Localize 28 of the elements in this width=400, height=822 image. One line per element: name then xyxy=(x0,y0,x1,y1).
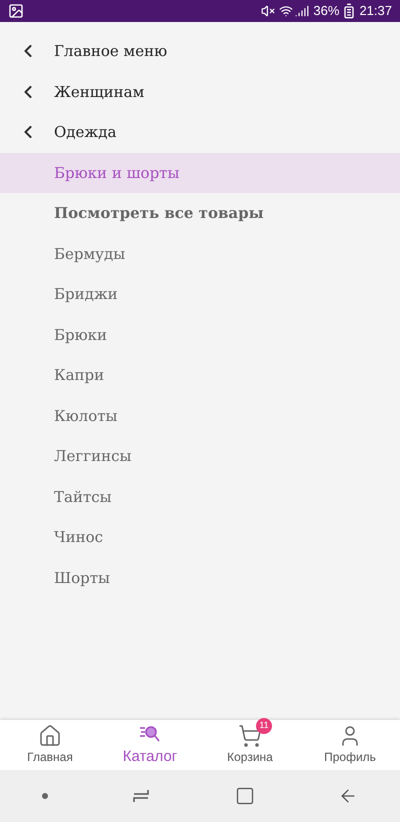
nav-tab[interactable]: Каталог xyxy=(100,720,200,770)
home-icon xyxy=(38,724,62,748)
menu-item[interactable]: Тайтсы xyxy=(0,476,400,517)
count-badge: 11 xyxy=(256,718,272,734)
menu-item[interactable]: Леггинсы xyxy=(0,436,400,476)
wifi-icon xyxy=(279,4,294,18)
nav-tab[interactable]: Профиль xyxy=(300,720,400,770)
battery-percent: 36% xyxy=(313,2,340,20)
menu-item[interactable]: Шорты xyxy=(0,558,400,598)
menu-item[interactable]: Чинос xyxy=(0,517,400,558)
menu-item[interactable]: Посмотреть все товары xyxy=(0,193,400,234)
menu-item[interactable]: Капри xyxy=(0,355,400,396)
clock: 21:37 xyxy=(359,2,392,20)
signal-icon xyxy=(295,4,310,18)
cart-icon xyxy=(238,724,262,748)
menu-item[interactable]: Главное меню xyxy=(0,31,400,72)
nav-tab[interactable]: Главная xyxy=(0,720,100,770)
menu-item[interactable]: Бермуды xyxy=(0,234,400,274)
home-button-icon[interactable] xyxy=(234,786,255,806)
mute-icon xyxy=(261,4,276,18)
menu-item[interactable]: Брюки и шорты xyxy=(0,152,400,193)
menu-item[interactable]: Кюлоты xyxy=(0,396,400,436)
menu-item[interactable]: Одежда xyxy=(0,112,400,152)
menu-item[interactable]: Брюки xyxy=(0,314,400,355)
nav-tab[interactable]: 11 Корзина xyxy=(200,720,300,770)
menu-item[interactable]: Бриджи xyxy=(0,274,400,314)
menu-item[interactable]: Женщинам xyxy=(0,72,400,112)
image-icon xyxy=(8,3,24,19)
